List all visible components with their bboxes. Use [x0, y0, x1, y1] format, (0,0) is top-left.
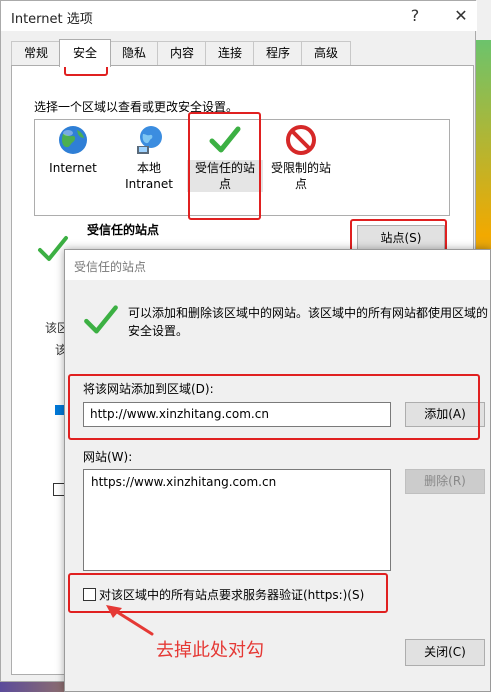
tab-privacy[interactable]: 隐私 — [109, 41, 159, 65]
selected-zone-title: 受信任的站点 — [87, 223, 160, 237]
annotation-text: 去掉此处对勾 — [156, 640, 264, 661]
zone-local-intranet[interactable]: 本地 Intranet — [111, 120, 187, 192]
globe-icon — [59, 126, 87, 154]
dialog-titlebar: 受信任的站点 — [65, 250, 490, 280]
zone-restricted-sites-label: 受限制的站 点 — [270, 161, 331, 191]
sites-list[interactable]: https://www.xinzhitang.com.cn — [83, 469, 391, 571]
close-button[interactable]: 关闭(C) — [405, 639, 485, 666]
zone-internet-label: Internet — [49, 161, 97, 175]
green-check-icon — [84, 305, 118, 334]
zone-local-intranet-label: 本地 Intranet — [125, 161, 173, 191]
remove-button[interactable]: 删除(R) — [405, 469, 485, 494]
tab-security[interactable]: 安全 — [59, 39, 111, 67]
tab-advanced[interactable]: 高级 — [301, 41, 351, 65]
tab-programs[interactable]: 程序 — [253, 41, 303, 65]
list-item[interactable]: https://www.xinzhitang.com.cn — [91, 475, 276, 489]
close-icon[interactable]: ✕ — [449, 5, 473, 27]
tab-general[interactable]: 常规 — [11, 41, 61, 65]
red-prohibited-icon — [286, 125, 316, 155]
window-title: Internet 选项 — [11, 12, 93, 27]
zone-internet[interactable]: Internet — [35, 120, 111, 176]
window-titlebar: Internet 选项 ? ✕ — [1, 1, 477, 31]
tab-content[interactable]: 内容 — [157, 41, 207, 65]
zone-restricted-sites[interactable]: 受限制的站 点 — [263, 120, 339, 192]
sites-list-label: 网站(W): — [83, 450, 133, 464]
highlight-trusted-zone — [188, 112, 261, 220]
dialog-title: 受信任的站点 — [74, 260, 147, 274]
network-globe-icon — [137, 126, 162, 154]
highlight-add-site — [68, 374, 480, 440]
tab-connections[interactable]: 连接 — [205, 41, 255, 65]
dialog-description: 可以添加和删除该区域中的网站。该区域中的所有网站都使用区域的安全设置。 — [128, 306, 489, 338]
annotation-arrow-icon — [106, 605, 154, 636]
highlight-sites-button — [350, 219, 447, 253]
help-icon[interactable]: ? — [403, 5, 427, 27]
